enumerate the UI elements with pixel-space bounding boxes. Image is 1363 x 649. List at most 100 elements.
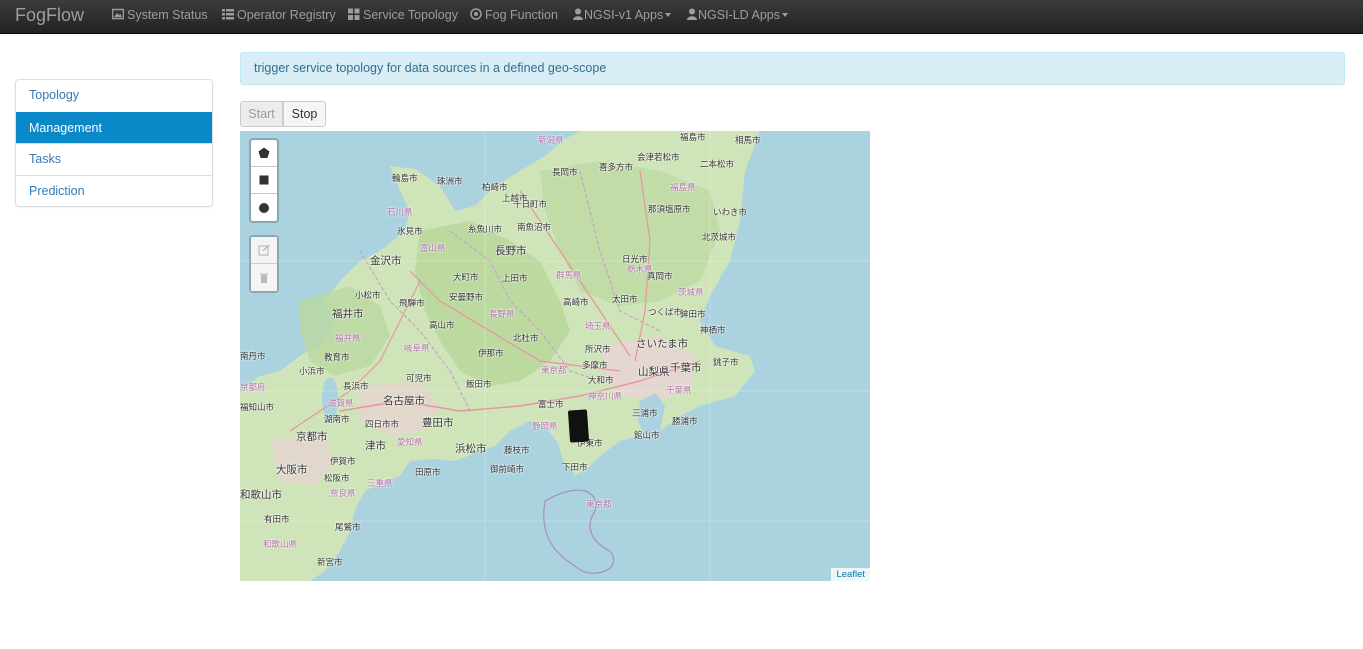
map-place-label: 福島県 (670, 182, 696, 192)
map-place-label: 石川県 (387, 207, 413, 217)
nav-label: Operator Registry (237, 8, 336, 22)
nav-label: Fog Function (485, 8, 558, 22)
geo-scope-map[interactable]: 新潟県 福島市 相馬市 会津若松市 喜多方市 長岡市 二本松市 福島県 輪島市 珠洲市 柏崎市 十日町… (240, 131, 870, 581)
map-place-label: 勝浦市 (672, 416, 698, 426)
map-place-label: 銚子市 (713, 357, 739, 367)
map-place-label: 長野市 (495, 245, 527, 257)
map-place-label: 埼玉県 (585, 321, 611, 331)
edit-toolbar (249, 235, 279, 293)
start-button[interactable]: Start (240, 101, 283, 127)
map-place-label: 和歌山市 (240, 489, 282, 501)
map-place-label: 千葉県 (666, 385, 692, 395)
map-place-label: 群馬県 (556, 270, 582, 280)
map-place-label: 高山市 (429, 320, 455, 330)
map-place-label: つくば市 (648, 307, 683, 317)
nav-service-topology[interactable]: Service Topology (348, 0, 458, 30)
map-place-label: 藤枝市 (504, 445, 530, 455)
sidebar-item-prediction[interactable]: Prediction (16, 174, 212, 207)
map-place-label: 福井県 (335, 333, 361, 343)
map-place-label: 新潟県 (538, 135, 564, 145)
sidebar-item-topology[interactable]: Topology (16, 80, 212, 112)
map-place-label: 津市 (365, 440, 386, 452)
draw-toolbar (249, 138, 279, 223)
map-place-label: 長浜市 (343, 381, 369, 391)
map-place-label: 会津若松市 (637, 152, 680, 162)
map-place-label: 三重県 (367, 478, 393, 488)
list-icon (222, 1, 234, 20)
map-place-label: 東京都 (586, 499, 612, 509)
nav-label: Service Topology (363, 8, 458, 22)
nav-ngsi-ld-apps[interactable]: NGSI-LD Apps (686, 0, 788, 30)
drawn-rectangle-shape[interactable] (567, 409, 590, 443)
map-place-label: 奈良県 (330, 488, 356, 498)
map-place-label: 長野県 (489, 309, 515, 319)
map-place-label: 神栖市 (700, 325, 726, 335)
map-place-label: 湖南市 (324, 414, 350, 424)
map-place-label: 豊田市 (422, 417, 454, 429)
map-place-label: 鉾田市 (680, 309, 706, 319)
caret-down-icon (665, 13, 672, 17)
map-place-label: 大町市 (453, 272, 479, 282)
map-place-label: さいたま市 (636, 338, 689, 350)
trash-icon (260, 273, 268, 283)
map-place-label: 東京都 (541, 365, 567, 375)
map-place-label: 那須塩原市 (648, 204, 691, 214)
nav-operator-registry[interactable]: Operator Registry (222, 0, 336, 30)
map-place-label: 山梨県 (638, 366, 670, 378)
picture-icon (111, 1, 125, 20)
nav-label: NGSI-LD Apps (698, 8, 780, 22)
user-icon (572, 1, 584, 20)
map-place-label: 北杜市 (513, 333, 539, 343)
map-place-label: 大和市 (588, 375, 614, 385)
map-place-label: 喜多方市 (599, 162, 634, 172)
map-place-label: 愛知県 (397, 437, 423, 447)
map-place-label: 大阪市 (276, 464, 308, 476)
brand-logo[interactable]: FogFlow (15, 4, 84, 26)
nav-label: System Status (127, 8, 208, 22)
sidebar-item-tasks[interactable]: Tasks (16, 143, 212, 175)
map-place-label: 和歌山県 (263, 539, 298, 549)
map-place-label: 南魚沼市 (517, 222, 552, 232)
map-place-label: 珠洲市 (437, 176, 463, 186)
stop-button[interactable]: Stop (283, 101, 326, 127)
draw-rectangle-button[interactable] (251, 167, 277, 194)
rectangle-icon (259, 175, 269, 185)
edit-layers-button[interactable] (251, 237, 277, 264)
edit-icon (258, 244, 270, 256)
map-place-label: 浜松市 (455, 443, 487, 455)
map-place-label: 新宮市 (317, 557, 343, 567)
map-attribution[interactable]: Leaflet (831, 568, 870, 581)
draw-polygon-button[interactable] (251, 140, 277, 167)
map-place-label: 所沢市 (585, 344, 611, 354)
map-place-label: 高崎市 (563, 297, 589, 307)
map-place-label: 飯田市 (466, 379, 492, 389)
map-place-label: 松阪市 (324, 473, 350, 483)
map-place-label: 京都市 (296, 431, 328, 443)
top-navbar: FogFlow System Status Operator Registry … (0, 0, 1363, 34)
map-place-label: 尾鷲市 (335, 522, 361, 532)
map-place-label: 小松市 (355, 290, 381, 300)
sidebar-menu: Topology Management Tasks Prediction (15, 79, 213, 207)
nav-system-status[interactable]: System Status (111, 0, 208, 30)
map-place-label: 福知山市 (240, 402, 275, 412)
sidebar-item-management[interactable]: Management (16, 111, 212, 143)
caret-down-icon (781, 13, 788, 17)
delete-layers-button[interactable] (251, 264, 277, 291)
user-icon (686, 1, 698, 20)
map-place-label: 太田市 (612, 294, 638, 304)
map-place-label: 伊賀市 (330, 456, 356, 466)
nav-fog-function[interactable]: Fog Function (470, 0, 558, 30)
map-place-label: 四日市市 (365, 419, 400, 429)
map-place-label: 千葉市 (670, 362, 702, 374)
map-place-label: 二本松市 (700, 159, 735, 169)
map-place-label: 飛騨市 (399, 298, 425, 308)
map-place-label: 静岡県 (532, 421, 558, 431)
nav-ngsi-v1-apps[interactable]: NGSI-v1 Apps (572, 0, 672, 30)
map-place-label: 金沢市 (370, 255, 402, 267)
map-place-label: 南丹市 (240, 351, 266, 361)
info-alert: trigger service topology for data source… (240, 52, 1345, 85)
draw-circle-button[interactable] (251, 194, 277, 221)
map-place-label: 北茨城市 (702, 232, 737, 242)
map-place-label: 京都府 (240, 382, 266, 392)
polygon-icon (258, 147, 270, 158)
